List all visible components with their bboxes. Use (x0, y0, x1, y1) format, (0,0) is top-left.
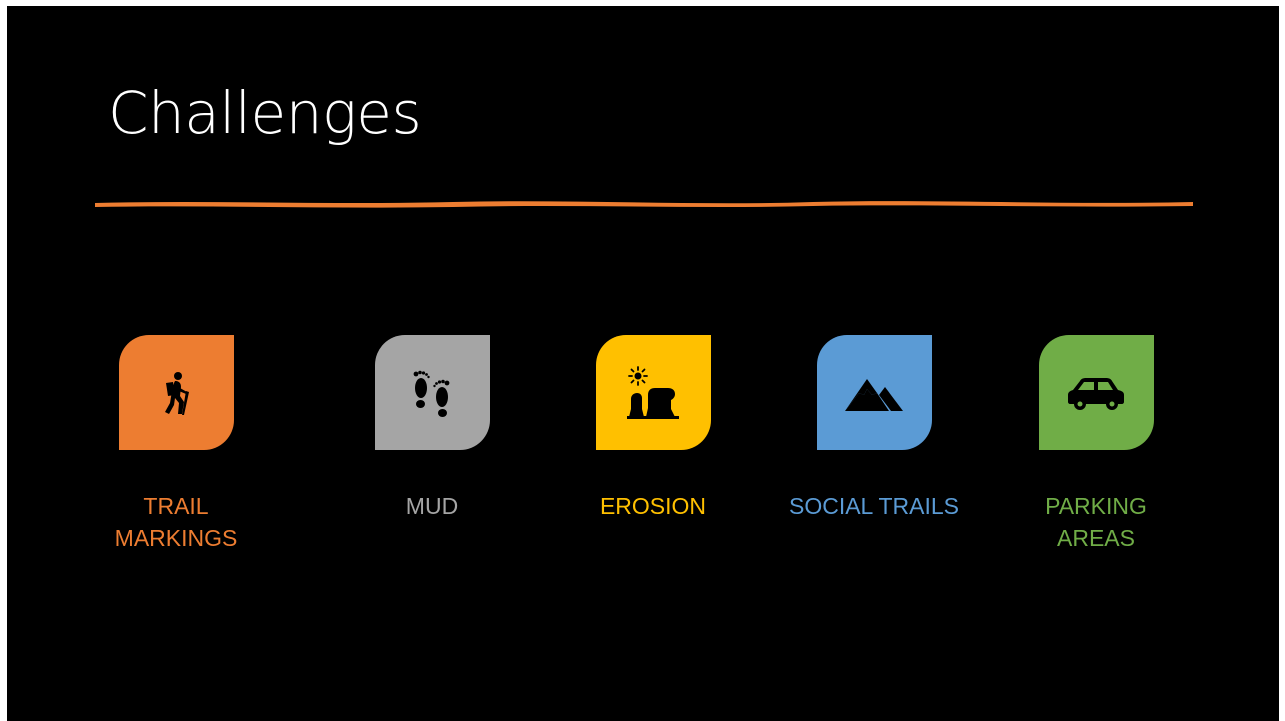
social-trails-label: SOCIAL TRAILS (784, 490, 964, 522)
car-icon (1068, 377, 1124, 410)
challenge-parking-areas: PARKING AREAS (1006, 335, 1186, 554)
mountain-icon (845, 378, 903, 411)
label-line: AREAS (1057, 525, 1135, 551)
social-trails-tile (816, 335, 932, 450)
challenge-erosion: EROSION (563, 335, 743, 522)
title-divider (95, 201, 1193, 208)
erosion-label: EROSION (563, 490, 743, 522)
parking-areas-label: PARKING AREAS (1006, 490, 1186, 554)
trail-markings-tile (118, 335, 234, 450)
trail-markings-label: TRAIL MARKINGS (86, 490, 266, 554)
challenge-mud: MUD (342, 335, 522, 522)
label-line: SOCIAL TRAILS (788, 493, 959, 519)
label-line: MUD (405, 493, 459, 519)
mud-tile (374, 335, 490, 450)
challenge-trail-markings: TRAIL MARKINGS (86, 335, 266, 554)
slide: Challenges TRAIL MARKINGS MUD EROSION SO… (7, 6, 1279, 721)
label-line: TRAIL (143, 493, 209, 519)
erosion-tile (595, 335, 711, 450)
label-line: PARKING (1045, 493, 1147, 519)
mesa-sun-icon (627, 365, 679, 419)
label-line: EROSION (599, 493, 707, 519)
slide-title: Challenges (108, 79, 422, 147)
mud-label: MUD (342, 490, 522, 522)
parking-areas-tile (1038, 335, 1154, 450)
label-line: MARKINGS (114, 525, 238, 551)
challenge-social-trails: SOCIAL TRAILS (784, 335, 964, 522)
hiker-icon (165, 371, 189, 415)
footprints-icon (413, 370, 450, 417)
